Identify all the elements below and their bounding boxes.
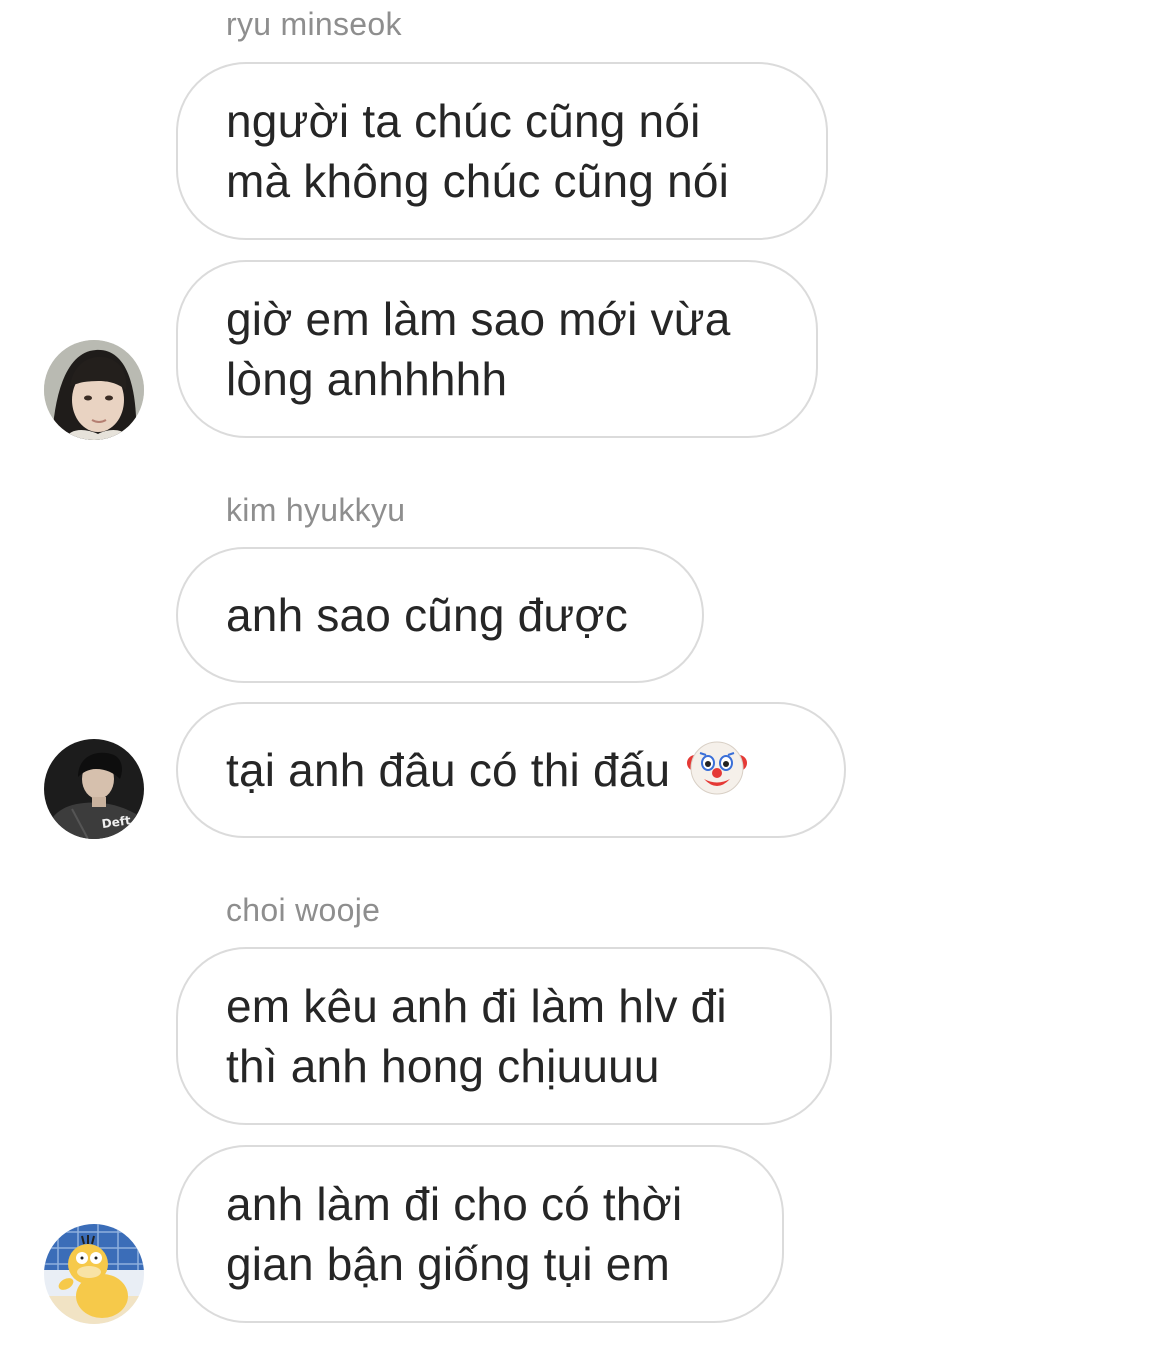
message-text: tại anh đâu có thi đấu — [226, 744, 671, 796]
user-avatar[interactable] — [44, 1224, 144, 1324]
message-text: giờ em làm sao mới vừa lòng anhhhhh — [226, 293, 731, 405]
svg-text:Deft: Deft — [101, 813, 132, 831]
message-bubble[interactable]: em kêu anh đi làm hlv đi thì anh hong ch… — [176, 947, 832, 1125]
user-avatar[interactable] — [44, 340, 144, 440]
message-bubble[interactable]: người ta chúc cũng nói mà không chúc cũn… — [176, 62, 828, 240]
message-bubble[interactable]: anh làm đi cho có thời gian bận giống tụ… — [176, 1145, 784, 1323]
message-bubble[interactable]: tại anh đâu có thi đấu — [176, 702, 846, 838]
message-text: anh sao cũng được — [226, 589, 628, 641]
clown-face-icon — [686, 739, 748, 802]
sender-name: kim hyukkyu — [226, 492, 406, 528]
message-text: người ta chúc cũng nói mà không chúc cũn… — [226, 95, 730, 207]
psyduck-avatar-icon — [44, 1224, 144, 1324]
sender-name: ryu minseok — [226, 6, 402, 42]
message-text: em kêu anh đi làm hlv đi thì anh hong ch… — [226, 980, 727, 1092]
message-bubble[interactable]: giờ em làm sao mới vừa lòng anhhhhh — [176, 260, 818, 438]
user-avatar-photo-icon: Deft — [44, 739, 144, 839]
message-text: anh làm đi cho có thời gian bận giống tụ… — [226, 1178, 683, 1290]
sender-name: choi wooje — [226, 892, 381, 928]
user-avatar-photo-icon — [44, 340, 144, 440]
message-bubble[interactable]: anh sao cũng được — [176, 547, 704, 683]
user-avatar[interactable]: Deft — [44, 739, 144, 839]
